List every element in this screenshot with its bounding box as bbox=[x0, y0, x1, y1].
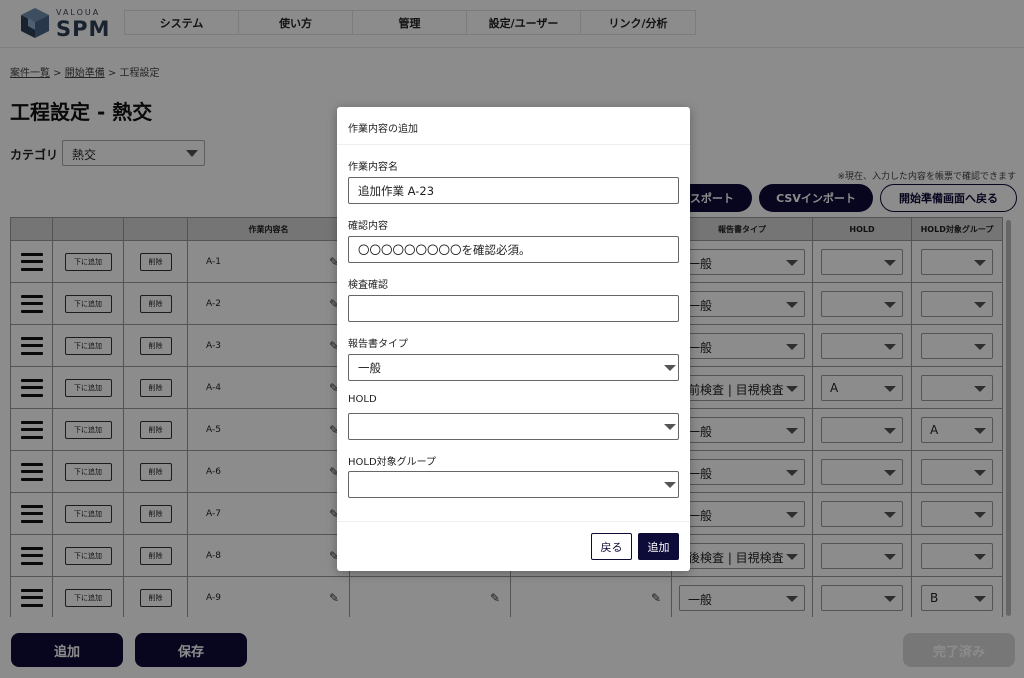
task-name-label: 作業内容名 bbox=[348, 162, 398, 173]
chevron-down-icon bbox=[664, 482, 676, 488]
modal-back-button[interactable]: 戻る bbox=[591, 533, 632, 560]
chevron-down-icon bbox=[664, 365, 676, 371]
hold-group-label: HOLD対象グループ bbox=[348, 457, 437, 468]
hold-label: HOLD bbox=[348, 394, 377, 405]
confirm-label: 確認内容 bbox=[348, 221, 388, 232]
inspect-label: 検査確認 bbox=[348, 280, 388, 291]
modal-add-button[interactable]: 追加 bbox=[638, 533, 679, 560]
inspect-input[interactable] bbox=[348, 295, 679, 322]
hold-select[interactable] bbox=[348, 413, 679, 440]
task-name-input[interactable]: 追加作業 A-23 bbox=[348, 177, 679, 204]
modal-title: 作業内容の追加 bbox=[337, 107, 690, 145]
hold-group-select[interactable] bbox=[348, 471, 679, 498]
confirm-input[interactable]: 〇〇〇〇〇〇〇〇〇を確認必須。 bbox=[348, 236, 679, 263]
report-type-select[interactable]: 一般 bbox=[348, 354, 679, 381]
task-name-value: 追加作業 A-23 bbox=[358, 184, 435, 198]
report-type-value: 一般 bbox=[358, 361, 381, 375]
confirm-value: 〇〇〇〇〇〇〇〇〇を確認必須。 bbox=[358, 243, 531, 257]
chevron-down-icon bbox=[664, 424, 676, 430]
report-type-label: 報告書タイプ bbox=[348, 339, 408, 350]
add-task-modal: 作業内容の追加 作業内容名 追加作業 A-23 確認内容 〇〇〇〇〇〇〇〇〇を確… bbox=[337, 107, 690, 571]
modal-footer bbox=[337, 521, 690, 522]
